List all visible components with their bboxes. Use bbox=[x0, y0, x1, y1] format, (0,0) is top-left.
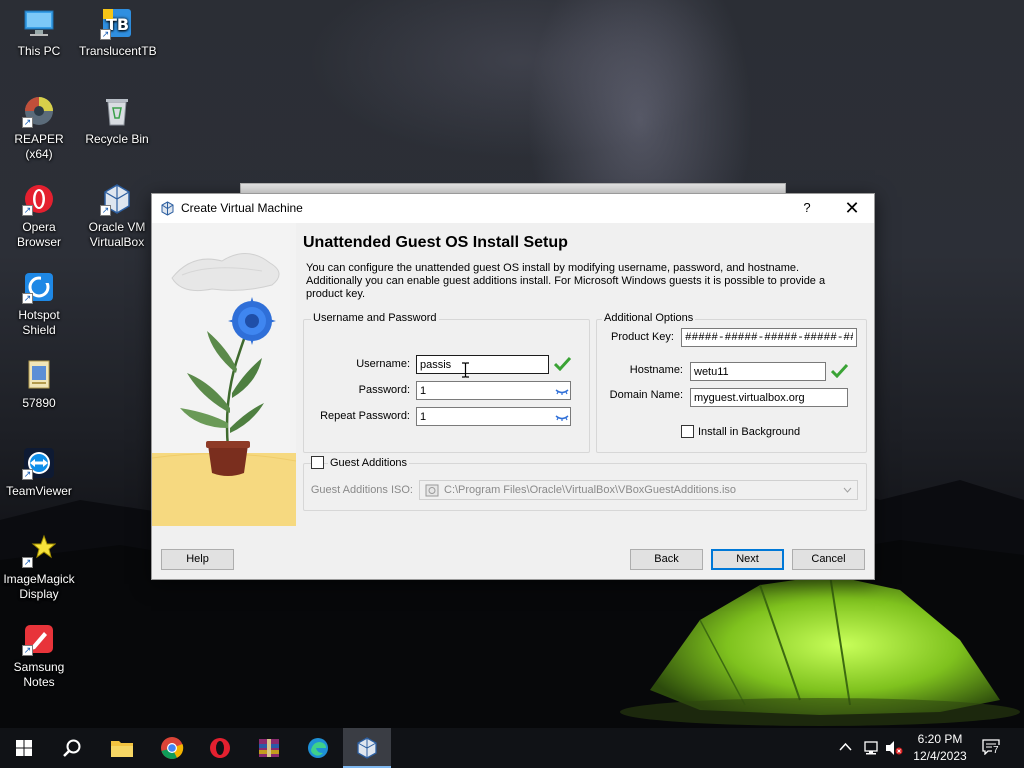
desktop-icon-translucenttb[interactable]: TB ↗ TranslucentTB bbox=[79, 6, 157, 59]
taskbar-chrome[interactable] bbox=[148, 728, 196, 768]
guest-additions-label[interactable]: Guest Additions bbox=[328, 457, 410, 469]
desktop-icon-label: 57890 bbox=[22, 396, 56, 410]
notification-count-badge: 7 bbox=[992, 745, 1000, 756]
virtualbox-icon: ↗ bbox=[100, 182, 134, 216]
show-repeat-password-eye-icon[interactable] bbox=[555, 412, 569, 422]
guest-additions-iso-path: C:\Program Files\Oracle\VirtualBox\VBoxG… bbox=[444, 484, 737, 496]
text-cursor-icon bbox=[462, 362, 469, 378]
product-key-label: Product Key: bbox=[611, 331, 674, 343]
hotspot-shield-icon: ↗ bbox=[22, 270, 56, 304]
dialog-titlebar[interactable]: Create Virtual Machine ? ✕ bbox=[152, 194, 874, 223]
create-vm-dialog: Create Virtual Machine ? ✕ Unattended Gu… bbox=[151, 193, 875, 580]
page-title: Unattended Guest OS Install Setup bbox=[303, 234, 568, 251]
start-button[interactable] bbox=[0, 728, 48, 768]
chrome-icon bbox=[161, 737, 184, 759]
reaper-icon: ↗ bbox=[22, 94, 56, 128]
desktop-icon-reaper[interactable]: ↗ REAPER (x64) bbox=[1, 94, 77, 162]
desktop-icon-opera[interactable]: ↗ Opera Browser bbox=[1, 182, 77, 250]
close-icon[interactable]: ✕ bbox=[838, 197, 866, 219]
username-input[interactable] bbox=[416, 355, 549, 374]
help-button[interactable]: Help bbox=[161, 549, 234, 570]
back-button[interactable]: Back bbox=[630, 549, 703, 570]
product-key-input[interactable] bbox=[681, 328, 857, 347]
desktop-icon-label: Samsung Notes bbox=[13, 660, 65, 689]
taskbar-opera[interactable] bbox=[196, 728, 244, 768]
opera-icon: ↗ bbox=[22, 182, 56, 216]
install-in-background-label[interactable]: Install in Background bbox=[698, 426, 800, 438]
page-description: You can configure the unattended guest O… bbox=[306, 262, 826, 300]
chevron-up-icon[interactable] bbox=[839, 742, 852, 752]
desktop-icon-virtualbox[interactable]: ↗ Oracle VM VirtualBox bbox=[79, 182, 155, 250]
chevron-down-icon bbox=[843, 487, 852, 493]
desktop-icon-57890[interactable]: 57890 bbox=[1, 358, 77, 411]
desktop-icon-label: Recycle Bin bbox=[85, 132, 149, 146]
password-label: Password: bbox=[358, 384, 410, 396]
desktop-icon-teamviewer[interactable]: ↗ TeamViewer bbox=[1, 446, 77, 499]
notification-center-button[interactable]: 7 bbox=[982, 739, 1004, 757]
group-title-username-password: Username and Password bbox=[311, 312, 439, 324]
guest-additions-iso-label: Guest Additions ISO: bbox=[310, 484, 413, 496]
desktop-icon-label: This PC bbox=[17, 44, 61, 58]
translucenttb-icon: TB ↗ bbox=[100, 6, 134, 40]
wizard-content: Unattended Guest OS Install Setup You ca… bbox=[303, 223, 868, 533]
opera-icon bbox=[210, 738, 230, 758]
desktop-icon-label: Opera Browser bbox=[16, 220, 61, 249]
taskbar-winrar[interactable] bbox=[245, 728, 293, 768]
cancel-button[interactable]: Cancel bbox=[792, 549, 865, 570]
desktop-icon-hotspot-shield[interactable]: ↗ Hotspot Shield bbox=[1, 270, 77, 338]
clock-time[interactable]: 6:20 PM bbox=[905, 732, 975, 746]
imagemagick-star-icon: ↗ bbox=[22, 534, 57, 568]
desktop-icon-imagemagick[interactable]: ↗ ImageMagick Display bbox=[1, 534, 77, 602]
network-icon[interactable] bbox=[862, 740, 880, 756]
wizard-side-image bbox=[152, 223, 296, 526]
password-input[interactable] bbox=[416, 381, 571, 400]
folder-icon bbox=[111, 741, 133, 757]
repeat-password-label: Repeat Password: bbox=[320, 410, 410, 422]
computer-icon bbox=[22, 6, 56, 40]
edge-icon bbox=[308, 738, 328, 758]
desktop-icon-label: REAPER (x64) bbox=[14, 132, 64, 161]
help-icon[interactable]: ? bbox=[793, 197, 821, 219]
clock-date[interactable]: 12/4/2023 bbox=[905, 749, 975, 763]
winrar-icon bbox=[259, 739, 279, 757]
search-icon bbox=[63, 739, 81, 757]
username-label: Username: bbox=[356, 358, 410, 370]
disc-image-icon bbox=[425, 484, 439, 497]
taskbar-virtualbox[interactable] bbox=[343, 728, 391, 768]
taskbar-file-explorer[interactable] bbox=[98, 728, 146, 768]
file-icon bbox=[22, 358, 56, 392]
guest-additions-iso-select[interactable]: C:\Program Files\Oracle\VirtualBox\VBoxG… bbox=[419, 480, 858, 500]
valid-check-icon bbox=[554, 356, 571, 371]
desktop-icon-label: ImageMagick Display bbox=[3, 572, 75, 601]
virtualbox-icon bbox=[161, 201, 174, 216]
install-in-background-checkbox[interactable] bbox=[681, 425, 694, 438]
taskbar: 6:20 PM 12/4/2023 7 bbox=[0, 728, 1024, 768]
repeat-password-input[interactable] bbox=[416, 407, 571, 426]
desktop-icon-recycle-bin[interactable]: Recycle Bin bbox=[79, 94, 155, 147]
taskbar-edge[interactable] bbox=[294, 728, 342, 768]
desktop-icon-label: Oracle VM VirtualBox bbox=[88, 220, 146, 249]
valid-check-icon bbox=[831, 363, 848, 378]
desktop-icon-this-pc[interactable]: This PC bbox=[1, 6, 77, 59]
teamviewer-icon: ↗ bbox=[22, 446, 56, 480]
taskbar-search[interactable] bbox=[48, 728, 96, 768]
domain-name-label: Domain Name: bbox=[609, 389, 683, 401]
dialog-title: Create Virtual Machine bbox=[181, 201, 303, 215]
hostname-input[interactable] bbox=[690, 362, 826, 381]
desktop-icon-label: Hotspot Shield bbox=[18, 308, 60, 337]
hostname-label: Hostname: bbox=[629, 364, 683, 376]
desktop-icon-label: TeamViewer bbox=[6, 484, 72, 498]
windows-logo-icon bbox=[16, 740, 32, 756]
guest-additions-checkbox[interactable] bbox=[311, 456, 324, 469]
samsung-notes-icon: ↗ bbox=[22, 622, 56, 656]
domain-name-input[interactable] bbox=[690, 388, 848, 407]
volume-muted-icon[interactable] bbox=[884, 740, 904, 756]
next-button[interactable]: Next bbox=[711, 549, 784, 570]
desktop-icon-samsung-notes[interactable]: ↗ Samsung Notes bbox=[1, 622, 77, 690]
show-password-eye-icon[interactable] bbox=[555, 386, 569, 396]
group-title-additional-options: Additional Options bbox=[602, 312, 696, 324]
virtualbox-icon bbox=[357, 737, 377, 759]
desktop-icon-label: TranslucentTB bbox=[79, 44, 157, 58]
recycle-bin-icon bbox=[100, 94, 134, 128]
